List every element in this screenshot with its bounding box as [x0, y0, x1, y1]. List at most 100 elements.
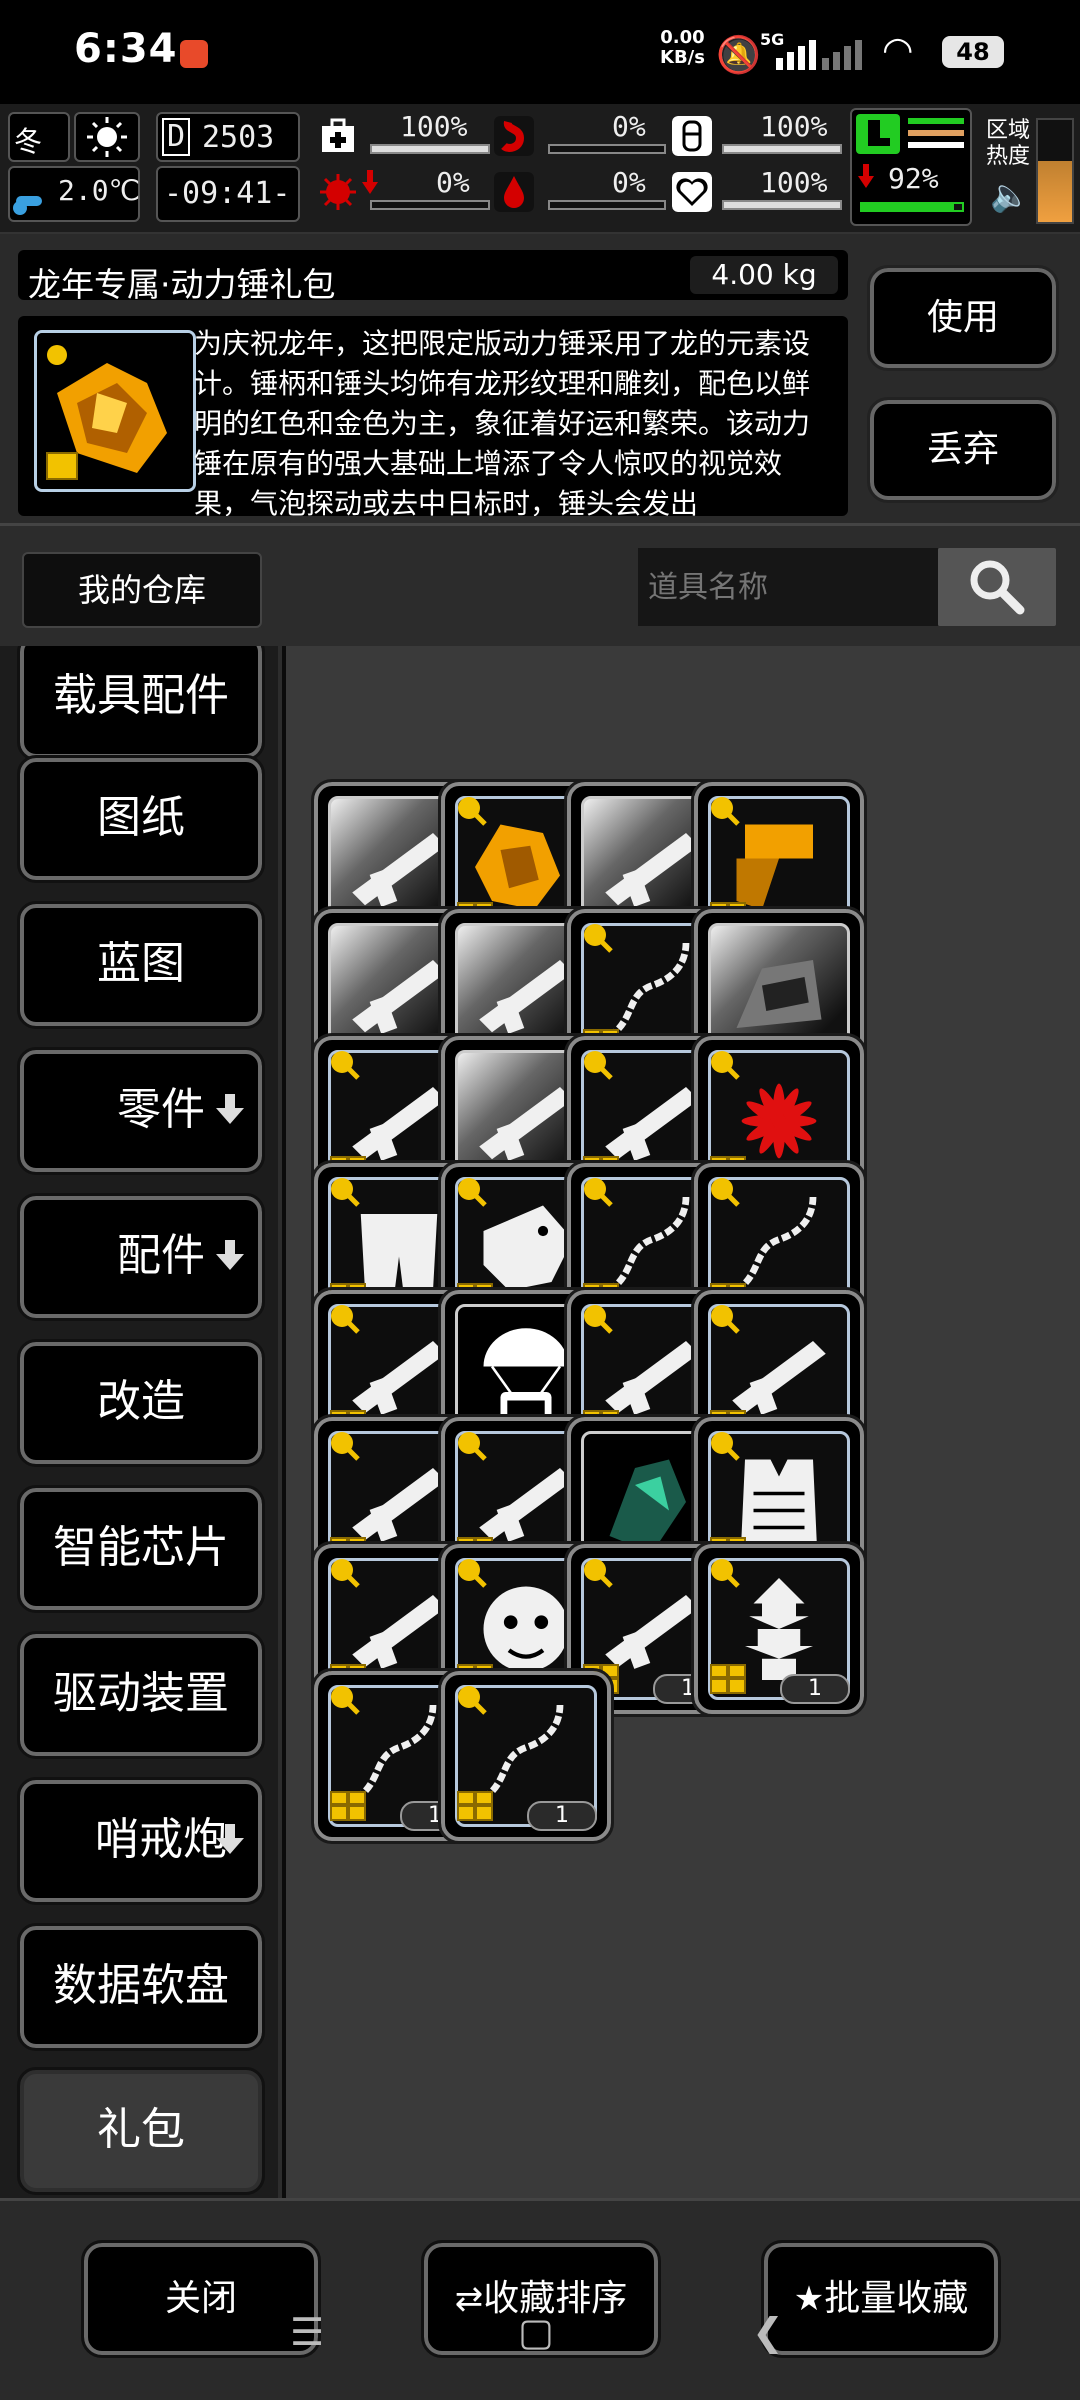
- gold-badge-icon: [331, 1305, 360, 1334]
- gift-box-icon: [457, 1791, 493, 1821]
- stamina-down-arrow-icon: [858, 164, 874, 188]
- gold-badge-icon: [584, 1178, 613, 1207]
- sort-label: 收藏排序: [483, 2278, 628, 2319]
- item-count: 1: [527, 1801, 597, 1831]
- stat-blood-bar: [548, 200, 666, 210]
- search-button[interactable]: [938, 548, 1056, 626]
- signal-icon: [776, 40, 816, 70]
- item-detail-panel: 龙年专属·动力锤礼包 4.00 kg 为庆祝龙年，这把限定版动力锤采用了龙的元素…: [0, 234, 1080, 526]
- sidebar-item-5[interactable]: 改造: [17, 1339, 265, 1467]
- day-counter: 2503: [202, 120, 275, 155]
- sidebar-item-label: 蓝图: [97, 938, 185, 989]
- item-description: 为庆祝龙年，这把限定版动力锤采用了龙的元素设计。锤柄和锤头均饰有龙形纹理和雕刻，…: [194, 327, 811, 516]
- gold-badge-icon: [711, 1432, 740, 1461]
- gold-badge-icon: [458, 1559, 487, 1588]
- stat-virus-value: 0%: [436, 166, 470, 199]
- network-speed: 0.00 KB/s: [660, 28, 705, 68]
- close-label: 关闭: [164, 2278, 237, 2319]
- category-sidebar[interactable]: 载具配件图纸蓝图零件配件改造智能芯片驱动装置哨戒炮数据软盘礼包: [0, 646, 282, 2198]
- stamina-value: 92%: [888, 162, 939, 195]
- game-hud: 冬 2.0℃ D 2503 -09:41- 100% 0% 100% 0% 0%…: [0, 104, 1080, 234]
- sidebar-item-9[interactable]: 数据软盘: [17, 1923, 265, 2051]
- stat-mood-value: 100%: [760, 166, 828, 199]
- heart-icon: [672, 172, 712, 212]
- item-icon: [34, 330, 196, 492]
- gold-badge-icon: [331, 1686, 360, 1715]
- boot-icon: [856, 114, 900, 154]
- bottom-action-bar: 关闭 ⇄收藏排序 ★批量收藏: [0, 2198, 1080, 2400]
- nav-menu-icon[interactable]: ☰: [290, 2310, 324, 2354]
- item-grid[interactable]: 212123632111558111111111111111: [286, 646, 1080, 2198]
- sidebar-item-3[interactable]: 零件: [17, 1047, 265, 1175]
- thermometer-icon: [13, 196, 42, 215]
- network-speed-unit: KB/s: [660, 47, 705, 68]
- temperature-value: 2.0℃: [58, 174, 141, 207]
- stat-water-value: 100%: [760, 110, 828, 143]
- app-notification-icon: [180, 40, 208, 68]
- speaker-icon[interactable]: 🔈: [990, 176, 1030, 214]
- batch-label: 批量收藏: [824, 2278, 969, 2319]
- nav-home-icon[interactable]: ▢: [518, 2310, 554, 2354]
- zone-label-1: 区域: [986, 118, 1031, 143]
- network-speed-value: 0.00: [660, 27, 705, 48]
- season-badge: 冬: [8, 112, 70, 162]
- sidebar-item-6[interactable]: 智能芯片: [17, 1485, 265, 1613]
- stomach-icon: [494, 116, 534, 156]
- gold-badge-icon: [458, 797, 487, 826]
- sidebar-item-label: 图纸: [97, 792, 185, 843]
- my-warehouse-button[interactable]: 我的仓库: [22, 552, 262, 628]
- stamina-bar: [860, 202, 964, 212]
- sidebar-item-label: 载具配件: [53, 670, 229, 721]
- item-count: 1: [780, 1674, 850, 1704]
- system-status-bar: 6:34 0.00 KB/s 🔕 5G ◠ 48: [0, 0, 1080, 104]
- item-weight: 4.00 kg: [690, 256, 838, 294]
- sidebar-item-4[interactable]: 配件: [17, 1193, 265, 1321]
- sidebar-item-10[interactable]: 礼包: [17, 2067, 265, 2195]
- stamina-panel: 92%: [850, 108, 972, 226]
- battery-indicator: 48: [942, 36, 1004, 68]
- sidebar-item-label: 哨戒炮: [95, 1814, 227, 1865]
- gift-box-icon: [710, 1664, 746, 1694]
- clock-panel: -09:41-: [156, 166, 300, 222]
- batch-favorite-button[interactable]: ★批量收藏: [761, 2240, 1001, 2358]
- inventory-slot[interactable]: 1: [691, 1541, 867, 1717]
- stat-water-bar: [722, 144, 842, 154]
- stat-health-bar: [370, 144, 490, 154]
- item-search-input[interactable]: [638, 548, 938, 626]
- sidebar-item-label: 驱动装置: [53, 1668, 229, 1719]
- item-title-bar: 龙年专属·动力锤礼包 4.00 kg: [18, 250, 848, 304]
- sort-arrows-icon: ⇄: [454, 2279, 484, 2319]
- stat-mood-bar: [722, 200, 842, 210]
- close-button[interactable]: 关闭: [81, 2240, 321, 2358]
- zone-heat-meter: [1036, 118, 1074, 224]
- search-icon: [970, 560, 1025, 615]
- gold-badge-icon: [584, 1051, 613, 1080]
- discard-button[interactable]: 丢弃: [867, 397, 1059, 503]
- sidebar-item-1[interactable]: 图纸: [17, 755, 265, 883]
- sidebar-item-8[interactable]: 哨戒炮: [17, 1777, 265, 1905]
- gold-badge-icon: [711, 1178, 740, 1207]
- sidebar-item-2[interactable]: 蓝图: [17, 901, 265, 1029]
- gold-badge-icon: [711, 1051, 740, 1080]
- sidebar-item-7[interactable]: 驱动装置: [17, 1631, 265, 1759]
- gold-badge-icon: [711, 1559, 740, 1588]
- signal-2-icon: [822, 40, 862, 70]
- nav-back-icon[interactable]: ❮: [752, 2310, 784, 2354]
- stat-virus-bar: [370, 200, 490, 210]
- inventory-slot[interactable]: 1: [438, 1668, 614, 1844]
- stat-health-value: 100%: [400, 110, 468, 143]
- sidebar-item-0[interactable]: 载具配件: [17, 646, 265, 761]
- item-title: 龙年专属·动力锤礼包: [28, 265, 336, 304]
- day-counter-panel: D 2503: [156, 112, 300, 162]
- sidebar-item-label: 智能芯片: [53, 1522, 229, 1573]
- game-clock: -09:41-: [164, 176, 291, 211]
- use-button[interactable]: 使用: [867, 265, 1059, 371]
- gold-badge-icon: [584, 1559, 613, 1588]
- virus-icon: [320, 174, 356, 210]
- gold-badge-icon: [458, 1432, 487, 1461]
- expand-arrow-icon: [216, 1240, 244, 1270]
- star-icon: ★: [793, 2279, 825, 2319]
- gold-badge-icon: [331, 1432, 360, 1461]
- gift-box-icon: [330, 1791, 366, 1821]
- mute-bell-icon: 🔕: [716, 35, 761, 76]
